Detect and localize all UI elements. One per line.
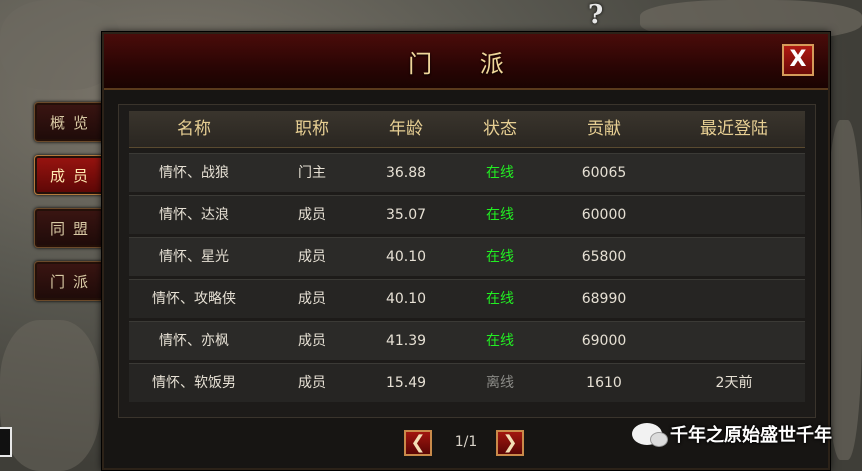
table-row[interactable]: 情怀、软饭男 成员 15.49 离线 1610 2天前 [129, 363, 805, 402]
sect-window: 门 派 X 名称 职称 年龄 状态 贡献 最近登陆 情怀、战狼 门主 36.88 在线… [102, 32, 830, 470]
member-title: 成员 [298, 333, 326, 349]
tab-alliance[interactable]: 同盟 [34, 208, 106, 248]
member-name: 情怀、亦枫 [159, 333, 229, 349]
member-age: 35.07 [385, 207, 427, 223]
tab-sect[interactable]: 门派 [34, 261, 106, 301]
column-header-contribution: 贡献 [587, 119, 621, 139]
table-row[interactable]: 情怀、亦枫 成员 41.39 在线 69000 [129, 321, 805, 360]
member-title: 成员 [298, 249, 326, 265]
watermark-text: 千年之原始盛世千年 [670, 425, 832, 446]
page-indicator: 1/1 [454, 434, 478, 450]
column-header-last-login: 最近登陆 [700, 119, 768, 139]
background-rock [826, 120, 862, 460]
members-table: 名称 职称 年龄 状态 贡献 最近登陆 情怀、战狼 门主 36.88 在线 60065 情… [118, 104, 816, 418]
next-page-button[interactable]: ❯ [496, 430, 524, 456]
prev-page-button[interactable]: ❮ [404, 430, 432, 456]
tab-members[interactable]: 成员 [34, 155, 106, 195]
hud-corner-frame [0, 427, 12, 457]
member-contribution: 1610 [586, 375, 622, 391]
help-question-icon[interactable]: ? [588, 0, 603, 30]
table-row[interactable]: 情怀、达浪 成员 35.07 在线 60000 [129, 195, 805, 234]
member-name: 情怀、战狼 [159, 165, 229, 181]
pagination: ❮ 1/1 ❯ [404, 430, 534, 460]
member-title: 门主 [298, 165, 326, 181]
member-contribution: 65800 [581, 249, 627, 265]
member-title: 成员 [298, 375, 326, 391]
table-row[interactable]: 情怀、攻略侠 成员 40.10 在线 68990 [129, 279, 805, 318]
member-status: 在线 [486, 165, 514, 181]
member-name: 情怀、软饭男 [152, 375, 236, 391]
table-row[interactable]: 情怀、战狼 门主 36.88 在线 60065 [129, 153, 805, 192]
window-title: 门 派 [408, 50, 524, 78]
member-contribution: 60065 [581, 165, 627, 181]
title-bar: 门 派 X [104, 34, 828, 90]
member-title: 成员 [298, 291, 326, 307]
member-name: 情怀、达浪 [159, 207, 229, 223]
member-contribution: 68990 [581, 291, 627, 307]
member-status: 在线 [486, 291, 514, 307]
tab-overview[interactable]: 概览 [34, 102, 106, 142]
column-header-title: 职称 [295, 119, 329, 139]
wechat-icon [632, 423, 668, 447]
member-status: 在线 [486, 249, 514, 265]
member-name: 情怀、攻略侠 [152, 291, 236, 307]
member-age: 15.49 [385, 375, 427, 391]
member-age: 36.88 [385, 165, 427, 181]
close-button[interactable]: X [782, 44, 814, 76]
member-contribution: 60000 [581, 207, 627, 223]
watermark: 千年之原始盛世千年 [632, 421, 832, 447]
column-header-age: 年龄 [389, 119, 423, 139]
member-age: 40.10 [385, 291, 427, 307]
member-status: 在线 [486, 207, 514, 223]
member-status: 离线 [486, 375, 514, 391]
member-age: 41.39 [385, 333, 427, 349]
column-header-name: 名称 [177, 119, 211, 139]
table-header: 名称 职称 年龄 状态 贡献 最近登陆 [129, 111, 805, 148]
member-name: 情怀、星光 [159, 249, 229, 265]
column-header-status: 状态 [483, 119, 517, 139]
member-contribution: 69000 [581, 333, 627, 349]
member-last-login: 2天前 [715, 375, 753, 391]
member-title: 成员 [298, 207, 326, 223]
member-age: 40.10 [385, 249, 427, 265]
background-rock [0, 320, 100, 471]
member-status: 在线 [486, 333, 514, 349]
table-row[interactable]: 情怀、星光 成员 40.10 在线 65800 [129, 237, 805, 276]
